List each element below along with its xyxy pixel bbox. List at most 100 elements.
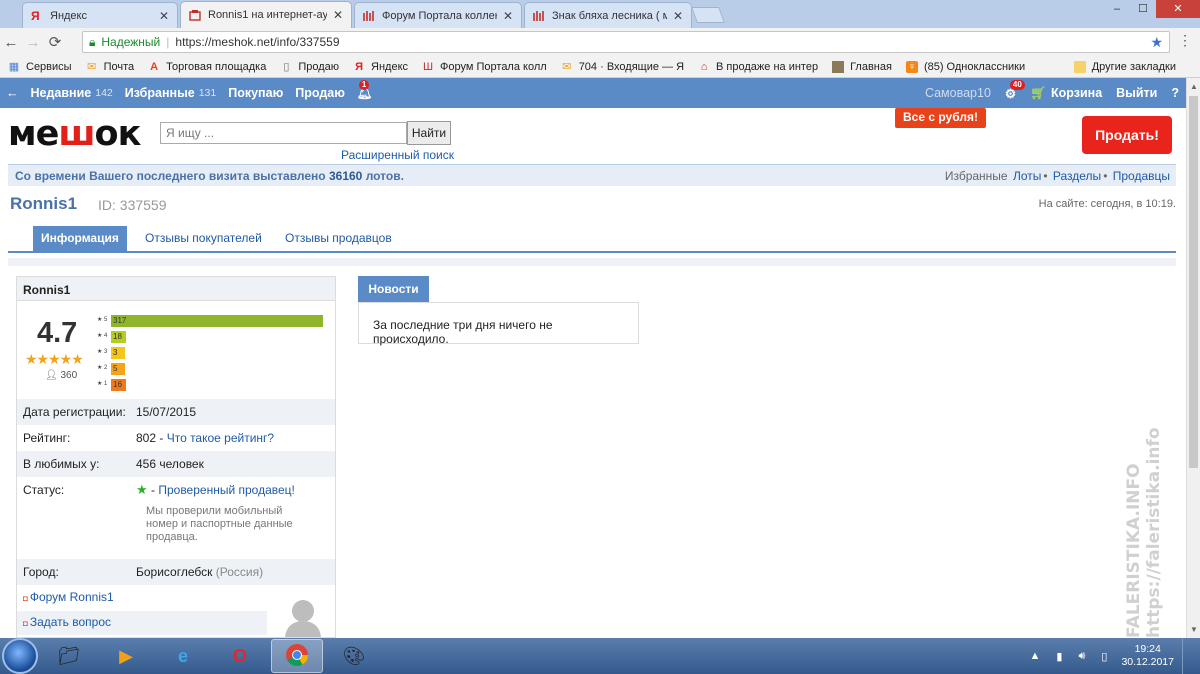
bookmark-on-sale[interactable]: ⌂ В продаже на интер: [698, 61, 818, 73]
page-scrollbar[interactable]: ▲ ▼: [1186, 78, 1200, 638]
network-icon[interactable]: ▮: [1056, 650, 1062, 663]
folder-icon: [1073, 60, 1086, 73]
browser-tab-meshok[interactable]: Ronnis1 на интернет-аукционе ✕: [180, 1, 352, 28]
tab-information[interactable]: Информация: [33, 226, 127, 251]
what-is-rating-link[interactable]: Что такое рейтинг?: [167, 431, 274, 445]
scrollbar-thumb[interactable]: [1189, 96, 1198, 468]
bookmark-star-icon[interactable]: ★: [1150, 34, 1163, 51]
bookmark-mail[interactable]: ✉ Почта: [86, 60, 134, 73]
taskbar-opera[interactable]: O: [214, 639, 266, 673]
site-top-bar: ← Недавние 142 Избранные 131 Покупаю Прода…: [0, 78, 1186, 108]
reload-icon[interactable]: ⟳: [44, 33, 66, 51]
browser-tab-yandex[interactable]: Я Яндекс ✕: [22, 2, 178, 28]
favorites-link[interactable]: Избранные 131: [119, 86, 222, 100]
close-tab-icon[interactable]: ✕: [673, 9, 683, 23]
forum-link[interactable]: Форум Ronnis1: [30, 590, 114, 604]
bookmark-main[interactable]: Главная: [832, 60, 892, 73]
scroll-down-arrow-icon[interactable]: ▼: [1190, 625, 1198, 634]
bell-icon[interactable]: 🔔︎ 1: [351, 79, 379, 101]
bookmark-yandex[interactable]: Я Яндекс: [353, 61, 408, 73]
show-desktop-button[interactable]: [1182, 638, 1192, 674]
advanced-search-link[interactable]: Расширенный поиск: [341, 148, 454, 162]
bookmark-label: Торговая площадка: [166, 60, 267, 73]
logout-link[interactable]: Выйти: [1109, 86, 1164, 100]
user-icon: 👤︎: [45, 370, 58, 381]
favorite-sections-link[interactable]: Разделы: [1053, 169, 1101, 183]
photo-icon: [832, 60, 845, 73]
media-player-icon: ▶: [119, 646, 133, 666]
minimize-button[interactable]: –: [1104, 0, 1130, 18]
site-logo[interactable]: мешок: [8, 114, 141, 154]
sell-button[interactable]: Продать!: [1082, 116, 1172, 154]
promo-badge[interactable]: Все с рубля!: [895, 108, 986, 128]
ask-question-link[interactable]: Задать вопрос: [30, 615, 111, 629]
votes-value: 360: [60, 370, 78, 381]
bookmark-forum[interactable]: Ш Форум Портала колл: [422, 61, 547, 73]
recent-link[interactable]: Недавние 142: [25, 86, 119, 100]
browser-tab-forum[interactable]: Форум Портала коллекционеров ✕: [354, 2, 522, 28]
bookmark-selling[interactable]: ▯ Продаю: [280, 61, 339, 73]
selling-link[interactable]: Продаю: [289, 86, 351, 100]
yandex-icon: Я: [355, 60, 363, 73]
clock[interactable]: 19:24 30.12.2017: [1121, 643, 1174, 669]
new-tab-button[interactable]: [691, 7, 725, 23]
rating-row: Рейтинг: 802 - Что такое рейтинг?: [17, 425, 335, 451]
tab-buyer-reviews[interactable]: Отзывы покупателей: [137, 226, 270, 251]
logo-part: ме: [8, 114, 59, 154]
browser-menu-icon[interactable]: ⋮: [1178, 32, 1192, 49]
alibaba-icon: A: [150, 60, 159, 73]
gear-icon[interactable]: ⚙ 40: [998, 79, 1025, 101]
favorite-lots-link[interactable]: Лоты: [1013, 169, 1041, 183]
back-arrow-icon[interactable]: ←: [0, 34, 22, 51]
ask-link-row: ◘ Задать вопрос: [23, 615, 111, 629]
bookmark-label: Продаю: [298, 60, 340, 73]
taskbar-paint[interactable]: 🎨︎: [328, 639, 380, 673]
bullet: •: [1043, 169, 1048, 183]
taskbar-explorer[interactable]: 📁︎: [43, 639, 95, 673]
mail-icon: ✉: [86, 60, 97, 73]
help-link[interactable]: ?: [1164, 86, 1186, 100]
verified-seller-link[interactable]: Проверенный продавец!: [158, 483, 295, 497]
battery-icon[interactable]: ▯: [1101, 650, 1107, 663]
browser-tab-strip: Я Яндекс ✕ Ronnis1 на интернет-аукционе …: [0, 0, 1200, 28]
forward-arrow-icon[interactable]: →: [22, 34, 44, 51]
clock-time: 19:24: [1134, 643, 1161, 655]
bullet: •: [1103, 169, 1108, 183]
close-tab-icon[interactable]: ✕: [159, 9, 169, 23]
user-link[interactable]: Самовар10: [918, 86, 998, 100]
taskbar-internet-explorer[interactable]: e: [157, 639, 209, 673]
browser-tab-badge[interactable]: Знак бляха лесника ( ме ✕: [524, 2, 692, 28]
browser-toolbar: ← → ⟳ 🔒︎ Надежный | https://meshok.net/i…: [0, 28, 1200, 56]
cart-link[interactable]: 🛒︎ Корзина: [1023, 86, 1109, 101]
bookmark-services[interactable]: ▦ Сервисы: [8, 61, 72, 73]
volume-icon[interactable]: 🔊︎: [1078, 650, 1085, 663]
bookmark-label: Сервисы: [26, 60, 72, 73]
close-tab-icon[interactable]: ✕: [333, 8, 343, 22]
bookmark-ok[interactable]: ♀ (85) Одноклассники: [905, 60, 1025, 73]
back-arrow-icon[interactable]: ←: [0, 86, 25, 100]
search-input[interactable]: Я ищу ...: [160, 122, 407, 144]
favorite-sellers-link[interactable]: Продавцы: [1113, 169, 1170, 183]
taskbar-chrome[interactable]: [271, 639, 323, 673]
bookmark-other[interactable]: Другие закладки: [1073, 60, 1176, 73]
scroll-up-arrow-icon[interactable]: ▲: [1190, 82, 1198, 91]
address-bar[interactable]: 🔒︎ Надежный | https://meshok.net/info/33…: [82, 31, 1170, 53]
news-tab[interactable]: Новости: [358, 276, 429, 302]
maximize-button[interactable]: ☐: [1130, 0, 1156, 18]
logo-part-accent: ш: [58, 114, 95, 154]
favorites-count: 131: [198, 87, 217, 99]
taskbar-media-player[interactable]: ▶: [100, 639, 152, 673]
close-window-button[interactable]: ✕: [1156, 0, 1200, 18]
search-button[interactable]: Найти: [407, 121, 451, 145]
bookmark-marketplace[interactable]: A Торговая площадка: [148, 61, 266, 73]
start-button[interactable]: [2, 638, 38, 674]
bookmark-inbox[interactable]: ✉ 704 · Входящие — Я: [561, 61, 684, 73]
tray-arrow-icon[interactable]: ▲: [1029, 650, 1040, 662]
notification-badge: 1: [358, 79, 370, 90]
buying-link[interactable]: Покупаю: [222, 86, 289, 100]
url-text: https://meshok.net/info/337559: [175, 35, 340, 49]
close-tab-icon[interactable]: ✕: [503, 9, 513, 23]
rating-bar-label: ★ 1: [97, 381, 108, 387]
tab-seller-reviews[interactable]: Отзывы продавцов: [277, 226, 400, 251]
field-label: Рейтинг:: [23, 431, 71, 445]
